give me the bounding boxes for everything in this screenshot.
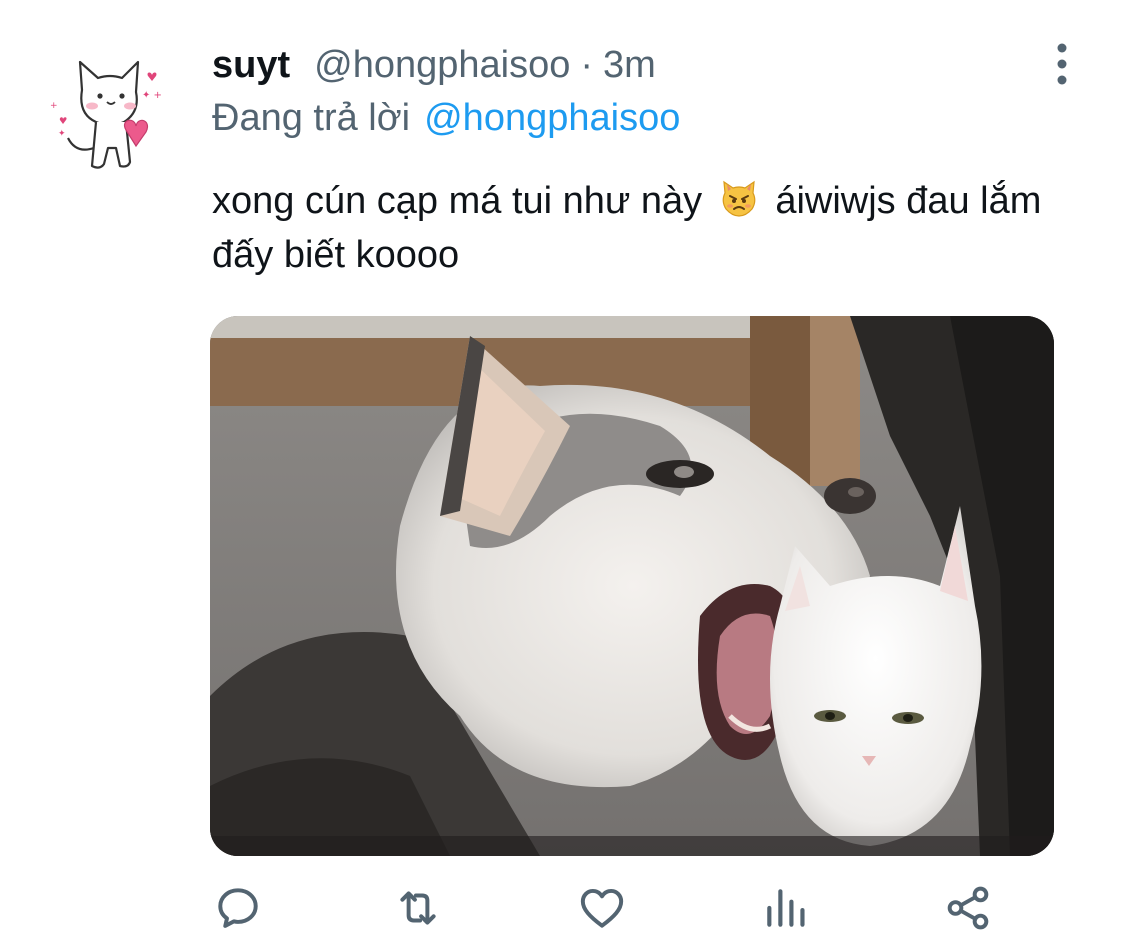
dog-and-cat-photo-image — [210, 316, 1054, 856]
tweet-text-part1: xong cún cạp má tui như này — [212, 180, 703, 222]
svg-text:✦ +: ✦ + — [142, 90, 162, 101]
reply-button[interactable] — [208, 878, 268, 938]
avatar[interactable]: ✦ + + ✦ — [40, 38, 180, 178]
like-heart-icon — [580, 888, 624, 928]
tweet-action-bar — [200, 870, 1020, 942]
replying-to-label: Đang trả lời — [212, 97, 411, 139]
display-name[interactable]: suyt — [212, 40, 290, 90]
tweet-header: suyt @hongphaisoo · 3m — [212, 40, 656, 90]
replying-to-line: Đang trả lời @hongphaisoo — [212, 94, 680, 142]
cat-avatar-icon: ✦ + + ✦ — [40, 38, 180, 178]
analytics-button[interactable] — [756, 878, 816, 938]
analytics-icon — [767, 889, 805, 927]
user-handle[interactable]: @hongphaisoo — [314, 40, 570, 90]
retweet-button[interactable] — [388, 878, 448, 938]
retweet-icon — [400, 891, 436, 925]
tweet-media-photo[interactable] — [210, 316, 1054, 856]
svg-text:+: + — [50, 101, 58, 111]
reply-mention-link[interactable]: @hongphaisoo — [424, 97, 680, 139]
reply-icon — [218, 888, 258, 928]
tweet[interactable]: ✦ + + ✦ suyt @hongphaisoo · 3m Đang trả … — [0, 0, 1125, 948]
more-vertical-icon — [1057, 43, 1067, 85]
separator-dot: · — [580, 44, 594, 86]
more-options-button[interactable] — [1040, 40, 1084, 88]
pouting-cat-emoji-icon — [722, 180, 756, 217]
timestamp[interactable]: 3m — [603, 40, 656, 90]
share-button[interactable] — [938, 878, 998, 938]
share-icon — [947, 886, 989, 930]
svg-text:✦: ✦ — [58, 129, 66, 139]
tweet-text: xong cún cạp má tui như này áiwiwjs đau … — [212, 174, 1092, 282]
like-button[interactable] — [572, 878, 632, 938]
